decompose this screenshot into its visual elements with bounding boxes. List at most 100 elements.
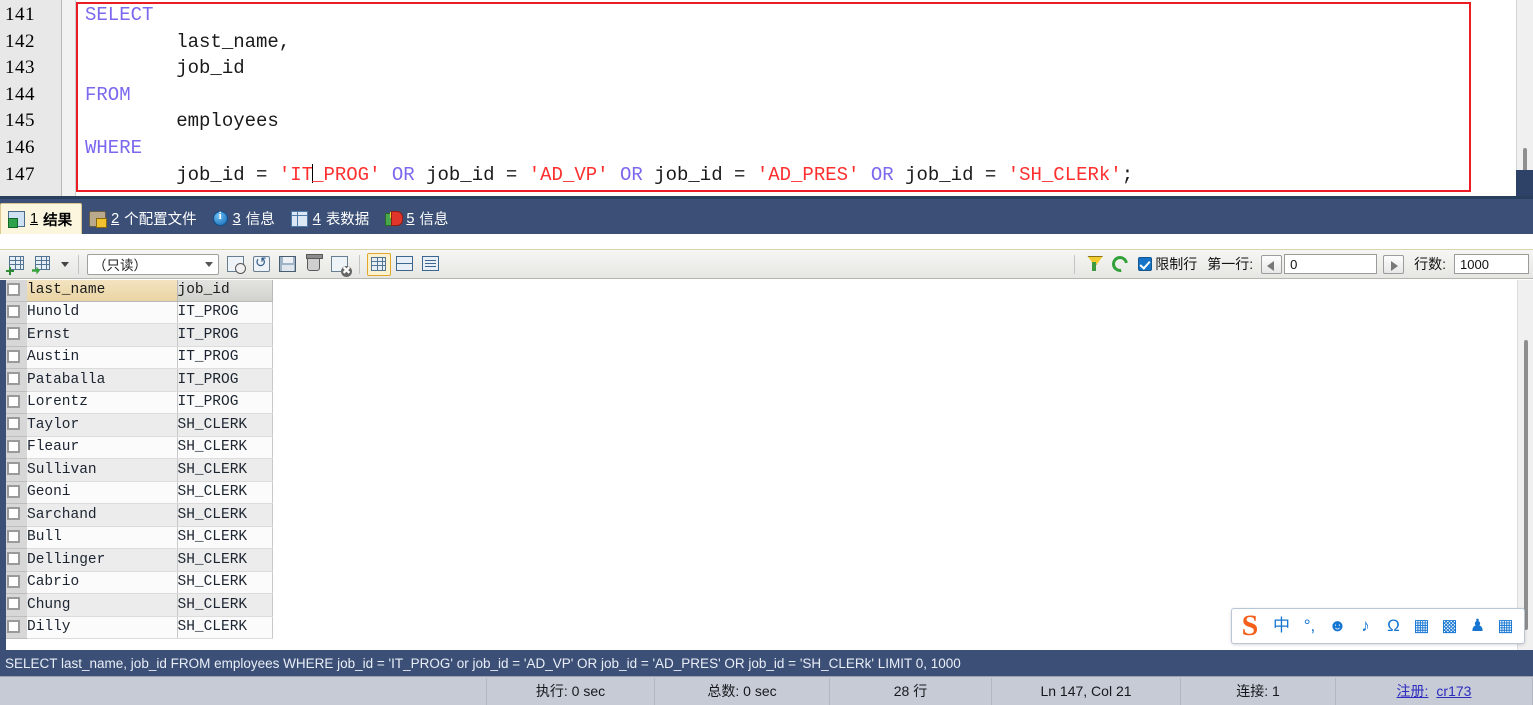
table-row[interactable]: Taylor SH_CLERK [0,413,273,437]
code-line[interactable]: job_id = 'IT_PROG' OR job_id = 'AD_VP' O… [76,162,1533,189]
checkbox-icon[interactable] [7,304,20,318]
table-row[interactable]: Hunold IT_PROG [0,301,273,324]
checkbox-icon[interactable] [7,574,20,588]
result-data-grid[interactable]: last_name job_id Hunold IT_PROG Ernst IT_PROG… [0,280,1533,650]
table-cell[interactable]: Geoni [27,481,178,504]
code-line[interactable]: employees [76,108,1533,135]
table-cell[interactable]: IT_PROG [177,301,273,324]
insert-record-button[interactable] [224,253,248,276]
code-line[interactable]: job_id [76,55,1533,82]
tab-2[interactable]: 2 个配置文件 [82,203,206,234]
result-tab-bar[interactable]: 1结果2个配置文件3信息4表数据5信息 [0,196,1533,234]
table-cell[interactable]: Pataballa [27,368,178,392]
code-line[interactable]: last_name, [76,29,1533,56]
table-cell[interactable]: SH_CLERK [177,458,273,482]
table-cell[interactable]: Sarchand [27,503,178,527]
grid-toolbar[interactable]: （只读） ↺ ✖ 限制行 第一行: 0 行数: 1000 [0,249,1533,279]
export-dropdown-button[interactable] [57,253,71,276]
checkbox-icon[interactable] [7,507,20,521]
checkbox-icon[interactable] [7,394,20,408]
grid-vertical-scrollbar[interactable] [1517,280,1533,650]
table-cell[interactable]: Lorentz [27,391,178,414]
checkbox-icon[interactable] [7,462,20,476]
voice-input-icon[interactable]: ♪ [1353,615,1378,637]
table-cell[interactable]: IT_PROG [177,323,273,347]
export-grid-button[interactable] [31,253,55,276]
table-cell[interactable]: IT_PROG [177,346,273,369]
editor-vertical-scrollbar[interactable] [1516,0,1533,196]
skin-icon[interactable]: ♟ [1465,615,1490,637]
checkbox-icon[interactable] [7,597,20,611]
text-view-button[interactable] [419,253,443,276]
punctuation-mode-icon[interactable]: °, [1297,615,1322,637]
table-row[interactable]: Ernst IT_PROG [0,323,273,347]
cancel-edit-button[interactable] [328,253,352,277]
table-row[interactable]: Lorentz IT_PROG [0,391,273,414]
table-cell[interactable]: Hunold [27,301,178,324]
refresh-record-button[interactable] [250,253,274,276]
table-row[interactable]: Fleaur SH_CLERK [0,436,273,459]
table-cell[interactable]: Dellinger [27,548,178,572]
checkbox-icon[interactable] [7,619,20,633]
checkbox-icon[interactable] [7,327,20,341]
table-cell[interactable]: Dilly [27,616,178,639]
code-line[interactable]: WHERE [76,135,1533,162]
table-row[interactable]: Dilly SH_CLERK [0,616,273,639]
tab-5[interactable]: 5 信息 [378,203,457,234]
checkbox-icon[interactable] [7,372,20,386]
table-cell[interactable]: SH_CLERK [177,436,273,459]
first-row-prev-button[interactable] [1261,254,1283,274]
grid-scroll-thumb[interactable] [1524,340,1528,630]
emoji-icon[interactable]: ☻ [1325,615,1350,637]
symbol-input-icon[interactable]: Ω [1381,615,1406,637]
form-view-button[interactable] [393,253,417,276]
table-cell[interactable]: IT_PROG [177,391,273,414]
table-cell[interactable]: IT_PROG [177,368,273,392]
register-value[interactable]: cr173 [1436,683,1471,699]
table-cell[interactable]: Fleaur [27,436,178,459]
checkbox-icon[interactable] [7,439,20,453]
table-row[interactable]: Pataballa IT_PROG [0,368,273,392]
toolbox-icon[interactable]: ▦ [1493,615,1518,637]
register-label[interactable]: 注册: [1397,681,1429,701]
tab-3[interactable]: 3信息 [206,203,284,234]
sogou-logo-icon[interactable]: S [1234,611,1266,641]
table-row[interactable]: Bull SH_CLERK [0,526,273,549]
table-cell[interactable]: Bull [27,526,178,549]
checkbox-icon[interactable] [7,484,20,498]
table-cell[interactable]: SH_CLERK [177,593,273,617]
code-line[interactable]: SELECT [76,2,1533,29]
table-row[interactable]: Dellinger SH_CLERK [0,548,273,572]
table-cell[interactable]: SH_CLERK [177,526,273,549]
user-profile-icon[interactable]: ▩ [1437,615,1462,637]
table-cell[interactable]: Chung [27,593,178,617]
result-table[interactable]: last_name job_id Hunold IT_PROG Ernst IT_PROG… [0,280,273,639]
table-row[interactable]: Cabrio SH_CLERK [0,571,273,594]
checkbox-icon[interactable] [7,282,20,296]
delete-record-button[interactable] [302,253,326,276]
chinese-mode-icon[interactable]: 中 [1269,615,1294,637]
tab-1[interactable]: 1 结果 [0,203,83,234]
status-register[interactable]: 注册: cr173 [1336,677,1533,705]
first-row-next-button[interactable] [1383,254,1405,274]
table-row[interactable]: Austin IT_PROG [0,346,273,369]
table-cell[interactable]: SH_CLERK [177,481,273,504]
first-row-input[interactable]: 0 [1284,254,1378,274]
table-cell[interactable]: SH_CLERK [177,548,273,572]
sogou-ime-toolbar[interactable]: S 中 °, ☻ ♪ Ω ▦ ▩ ♟ ▦ [1231,608,1525,644]
row-count-input[interactable]: 1000 [1454,254,1529,274]
soft-keyboard-icon[interactable]: ▦ [1409,615,1434,637]
table-row[interactable]: Chung SH_CLERK [0,593,273,617]
table-cell[interactable]: Sullivan [27,458,178,482]
table-cell[interactable]: SH_CLERK [177,616,273,639]
tab-4[interactable]: 4 表数据 [284,203,379,234]
filter-button[interactable] [1082,253,1106,276]
table-cell[interactable]: SH_CLERK [177,571,273,594]
limit-rows-checkbox[interactable] [1138,257,1153,271]
table-cell[interactable]: SH_CLERK [177,413,273,437]
checkbox-icon[interactable] [7,349,20,363]
table-cell[interactable]: Cabrio [27,571,178,594]
table-cell[interactable]: Ernst [27,323,178,347]
checkbox-icon[interactable] [7,417,20,431]
table-row[interactable]: Sarchand SH_CLERK [0,503,273,527]
